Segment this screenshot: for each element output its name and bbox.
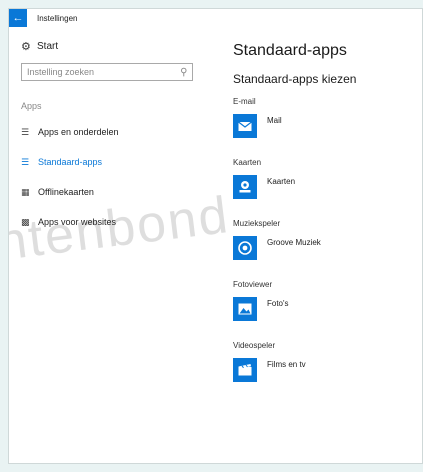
default-apps-icon: ☰ [21, 156, 30, 167]
category-music: Muziekspeler Groove Muziek [233, 219, 418, 260]
sidebar-item-apps-voor-websites[interactable]: ▩ Apps voor websites [21, 207, 196, 237]
search-input[interactable] [27, 67, 167, 77]
app-name: Films en tv [267, 360, 306, 369]
category-video: Videospeler Films en tv [233, 341, 418, 382]
category-label: Muziekspeler [233, 219, 281, 228]
mail-icon [233, 114, 257, 138]
films-tv-icon [233, 358, 257, 382]
gear-icon: ⚙ [21, 40, 31, 53]
search-icon[interactable]: ⚲ [180, 67, 187, 78]
sidebar-item-apps-en-onderdelen[interactable]: ☰ Apps en onderdelen [21, 117, 196, 147]
groove-music-icon [233, 236, 257, 260]
back-arrow-icon: ← [12, 11, 24, 24]
back-button[interactable]: ← [9, 9, 27, 27]
section-label-apps: Apps [21, 101, 42, 111]
category-label: Videospeler [233, 341, 276, 350]
app-name: Kaarten [267, 177, 296, 186]
sidebar-item-standaard-apps[interactable]: ☰ Standaard-apps [21, 147, 196, 177]
category-label: E-mail [233, 97, 256, 106]
offline-maps-icon: ▦ [21, 186, 30, 197]
category-photos: Fotoviewer Foto's [233, 280, 418, 321]
sidebar-item-label: Apps en onderdelen [38, 127, 119, 137]
search-box[interactable]: ⚲ [21, 63, 193, 81]
apps-for-websites-icon: ▩ [21, 216, 30, 227]
category-label: Kaarten [233, 158, 262, 167]
section-subtitle: Standaard-apps kiezen [233, 72, 357, 86]
sidebar: ⚙ Start ⚲ Apps ☰ Apps en onderdelen ☰ St… [21, 37, 196, 237]
window-title: Instellingen [37, 13, 78, 23]
category-maps: Kaarten Kaarten [233, 158, 418, 199]
title-bar: ← Instellingen [9, 9, 422, 27]
maps-icon [233, 175, 257, 199]
sidebar-item-offlinekaarten[interactable]: ▦ Offlinekaarten [21, 177, 196, 207]
main-content: Standaard-apps Standaard-apps kiezen E-m… [233, 41, 418, 382]
sidebar-item-start[interactable]: ⚙ Start [21, 37, 196, 55]
sidebar-item-label: Standaard-apps [38, 157, 103, 167]
app-name: Foto's [267, 299, 289, 308]
start-label: Start [37, 40, 59, 52]
app-button-films-en-tv[interactable]: Films en tv [233, 358, 418, 382]
apps-list-icon: ☰ [21, 126, 30, 137]
photos-icon [233, 297, 257, 321]
app-name: Mail [267, 116, 282, 125]
app-button-fotos[interactable]: Foto's [233, 297, 418, 321]
category-email: E-mail Mail [233, 97, 418, 138]
category-label: Fotoviewer [233, 280, 273, 289]
sidebar-item-label: Offlinekaarten [38, 187, 94, 197]
page-title: Standaard-apps [233, 42, 347, 59]
settings-window: ← Instellingen ⚙ Start ⚲ Apps ☰ Apps en … [8, 8, 423, 464]
app-button-groove-muziek[interactable]: Groove Muziek [233, 236, 418, 260]
nav-list: ☰ Apps en onderdelen ☰ Standaard-apps ▦ … [21, 117, 196, 237]
sidebar-item-label: Apps voor websites [38, 217, 117, 227]
app-name: Groove Muziek [267, 238, 321, 247]
app-button-mail[interactable]: Mail [233, 114, 418, 138]
app-button-kaarten[interactable]: Kaarten [233, 175, 418, 199]
